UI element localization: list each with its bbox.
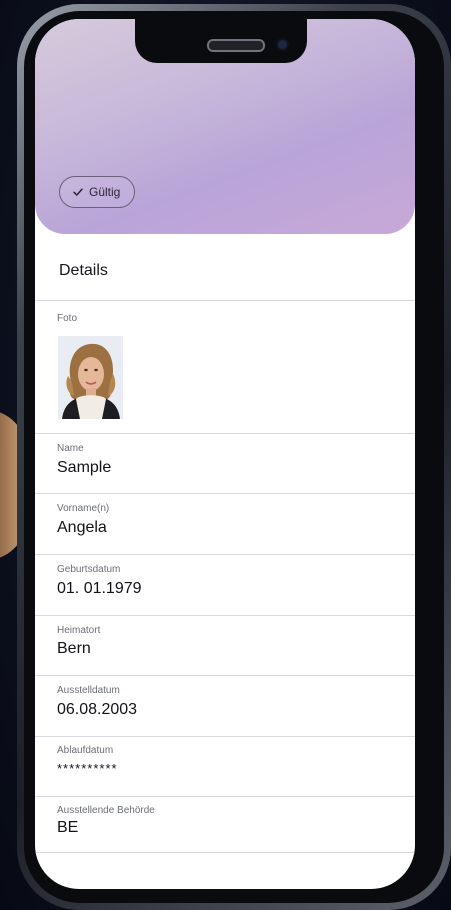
speaker-grille [207, 39, 265, 52]
issue-date-label: Ausstelldatum [57, 685, 120, 696]
expiry-date-label: Ablaufdatum [57, 745, 114, 756]
validity-status-label: Gültig [89, 185, 121, 199]
issue-date-value: 06.08.2003 [57, 701, 138, 718]
passport-photo [58, 336, 123, 419]
divider [35, 852, 415, 853]
divider [35, 796, 415, 797]
first-name-label: Vorname(n) [57, 503, 110, 514]
check-icon [73, 188, 83, 196]
phone-notch [135, 19, 307, 63]
front-camera [278, 40, 287, 49]
divider [35, 675, 415, 676]
divider [35, 433, 415, 434]
name-value: Sample [57, 459, 112, 476]
details-heading: Details [59, 262, 108, 279]
divider [35, 736, 415, 737]
issuing-authority-value: BE [57, 819, 79, 836]
phone-screen: Gültig Details Foto Name Sample Vorname(… [35, 19, 415, 889]
expiry-date-value: ********** [57, 761, 118, 776]
name-label: Name [57, 443, 84, 454]
first-name-value: Angela [57, 519, 107, 536]
birth-date-value: 01. 01.1979 [57, 580, 142, 597]
issuing-authority-label: Ausstellende Behörde [57, 805, 155, 816]
divider [35, 554, 415, 555]
divider [35, 615, 415, 616]
place-of-origin-label: Heimatort [57, 625, 101, 636]
birth-date-label: Geburtsdatum [57, 564, 121, 575]
divider [35, 300, 415, 301]
divider [35, 493, 415, 494]
place-of-origin-value: Bern [57, 640, 91, 657]
validity-status-badge[interactable]: Gültig [59, 176, 136, 208]
portrait-image [58, 336, 123, 419]
phone-frame: Gültig Details Foto Name Sample Vorname(… [17, 4, 451, 910]
photo-label: Foto [57, 313, 78, 324]
